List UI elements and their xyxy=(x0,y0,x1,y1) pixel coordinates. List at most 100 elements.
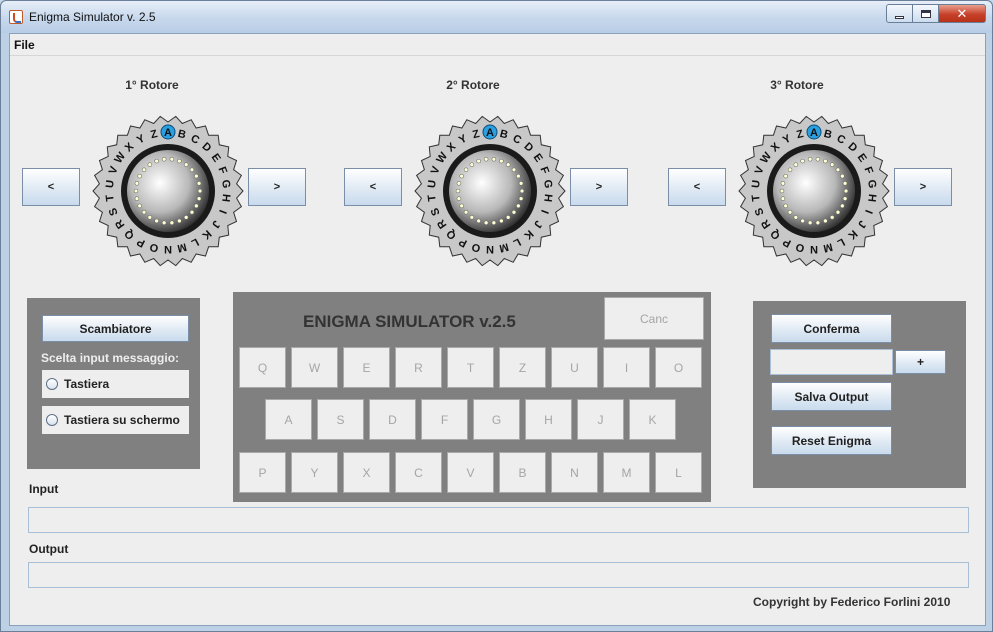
rotor-pin xyxy=(787,209,793,215)
key-i[interactable]: I xyxy=(603,347,650,388)
title-bar[interactable]: Enigma Simulator v. 2.5 ✕ xyxy=(1,1,992,33)
rotor-pin xyxy=(154,218,159,224)
rotor-pin xyxy=(823,218,828,224)
key-o[interactable]: O xyxy=(655,347,702,388)
input-mode-label: Scelta input messaggio: xyxy=(41,351,180,365)
java-cup-icon xyxy=(9,10,23,24)
key-j[interactable]: J xyxy=(577,399,624,440)
key-r[interactable]: R xyxy=(395,347,442,388)
rotor-pin xyxy=(807,220,813,226)
input-field[interactable] xyxy=(28,507,969,533)
close-button[interactable]: ✕ xyxy=(939,4,986,23)
rotor-1-prev-button[interactable]: < xyxy=(22,168,80,206)
key-n[interactable]: N xyxy=(551,452,598,493)
maximize-button[interactable] xyxy=(913,4,939,23)
rotor-graphic: A B CDEFGHIJKLMNOPQRSTUVWXY Z xyxy=(92,115,244,267)
rotor-3-next-button[interactable]: > xyxy=(894,168,952,206)
plugboard-input[interactable] xyxy=(770,349,893,375)
key-k[interactable]: K xyxy=(629,399,676,440)
rotor-pin xyxy=(459,203,464,209)
salva-output-button[interactable]: Salva Output xyxy=(771,382,892,411)
rotor-pin xyxy=(197,188,203,194)
rotor-pin xyxy=(511,209,517,215)
rotor-letter-h: H xyxy=(219,193,232,202)
key-e[interactable]: E xyxy=(343,347,390,388)
key-x[interactable]: X xyxy=(343,452,390,493)
output-field[interactable] xyxy=(28,562,969,588)
rotor-pin xyxy=(455,188,461,194)
rotor-pin xyxy=(177,218,182,224)
rotor-letter-g: G xyxy=(865,179,878,189)
rotor-3-prev-button[interactable]: < xyxy=(668,168,726,206)
key-f[interactable]: F xyxy=(421,399,468,440)
key-y[interactable]: Y xyxy=(291,452,338,493)
key-t[interactable]: T xyxy=(447,347,494,388)
rotor-pin xyxy=(134,181,140,186)
plus-button[interactable]: + xyxy=(895,350,946,374)
key-s[interactable]: S xyxy=(317,399,364,440)
key-d[interactable]: D xyxy=(369,399,416,440)
app-window: Enigma Simulator v. 2.5 ✕ File 1° Rotore… xyxy=(0,0,993,632)
rotor-1-next-button[interactable]: > xyxy=(248,168,306,206)
rotor-pin xyxy=(505,215,511,220)
radio-icon xyxy=(46,414,58,426)
conferma-button[interactable]: Conferma xyxy=(771,314,892,343)
rotor-pin xyxy=(147,215,153,220)
radio-icon xyxy=(46,378,58,390)
rotor-pin xyxy=(483,220,489,226)
rotor-pin xyxy=(505,162,511,167)
rotor-letter-a: A xyxy=(164,127,172,139)
radio-tastiera-label: Tastiera xyxy=(64,377,110,391)
maximize-icon xyxy=(920,9,931,18)
rotor-1-wheel[interactable]: ABCDEFGHIJKLMNOPQRSTUVWXYZ xyxy=(88,111,248,271)
key-z[interactable]: Z xyxy=(499,347,546,388)
radio-tastiera-schermo[interactable]: Tastiera su schermo xyxy=(42,406,189,434)
minimize-icon xyxy=(895,15,904,19)
key-u[interactable]: U xyxy=(551,347,598,388)
rotor-pin xyxy=(133,188,139,194)
rotor-pin xyxy=(196,181,202,186)
rotor-graphic: A B CDEFGHIJKLMNOPQRSTUVWXY Z xyxy=(414,115,566,267)
key-b[interactable]: B xyxy=(499,452,546,493)
rotor-pin xyxy=(141,209,147,215)
key-h[interactable]: H xyxy=(525,399,572,440)
rotor-pin xyxy=(516,173,521,179)
key-p[interactable]: P xyxy=(239,452,286,493)
rotor-pin xyxy=(161,156,167,162)
rotor-2-prev-button[interactable]: < xyxy=(344,168,402,206)
rotor-pin xyxy=(793,162,799,167)
key-l[interactable]: L xyxy=(655,452,702,493)
rotor-pin xyxy=(815,220,821,226)
rotor-pin xyxy=(829,215,835,220)
rotor-pin xyxy=(177,158,182,164)
canc-button[interactable]: Canc xyxy=(604,297,704,340)
menu-file[interactable]: File xyxy=(14,38,35,52)
rotor-knob xyxy=(449,150,531,232)
minimize-button[interactable] xyxy=(886,4,913,23)
rotor-pin xyxy=(456,181,462,186)
key-g[interactable]: G xyxy=(473,399,520,440)
key-a[interactable]: A xyxy=(265,399,312,440)
rotor-pin xyxy=(491,220,497,226)
scambiatore-button[interactable]: Scambiatore xyxy=(42,315,189,342)
rotor-2-wheel[interactable]: ABCDEFGHIJKLMNOPQRSTUVWXYZ xyxy=(410,111,570,271)
radio-tastiera[interactable]: Tastiera xyxy=(42,370,189,398)
controls-panel: Conferma + Salva Output Reset Enigma xyxy=(753,301,966,488)
key-w[interactable]: W xyxy=(291,347,338,388)
rotor-2-next-button[interactable]: > xyxy=(570,168,628,206)
rotor-pin xyxy=(499,218,504,224)
key-c[interactable]: C xyxy=(395,452,442,493)
rotor-3-wheel[interactable]: ABCDEFGHIJKLMNOPQRSTUVWXYZ xyxy=(734,111,894,271)
rotor-pin xyxy=(780,181,786,186)
key-q[interactable]: Q xyxy=(239,347,286,388)
reset-enigma-button[interactable]: Reset Enigma xyxy=(771,426,892,455)
keyboard-panel: ENIGMA SIMULATOR v.2.5 Canc QWERTZUIO ASD… xyxy=(233,292,711,502)
rotor-pin xyxy=(499,158,504,164)
rotor-pin xyxy=(141,167,147,173)
rotor-pin xyxy=(137,203,142,209)
key-v[interactable]: V xyxy=(447,452,494,493)
rotor-pin xyxy=(840,173,845,179)
rotor-pin xyxy=(469,162,475,167)
key-m[interactable]: M xyxy=(603,452,650,493)
rotor-pin xyxy=(829,162,835,167)
